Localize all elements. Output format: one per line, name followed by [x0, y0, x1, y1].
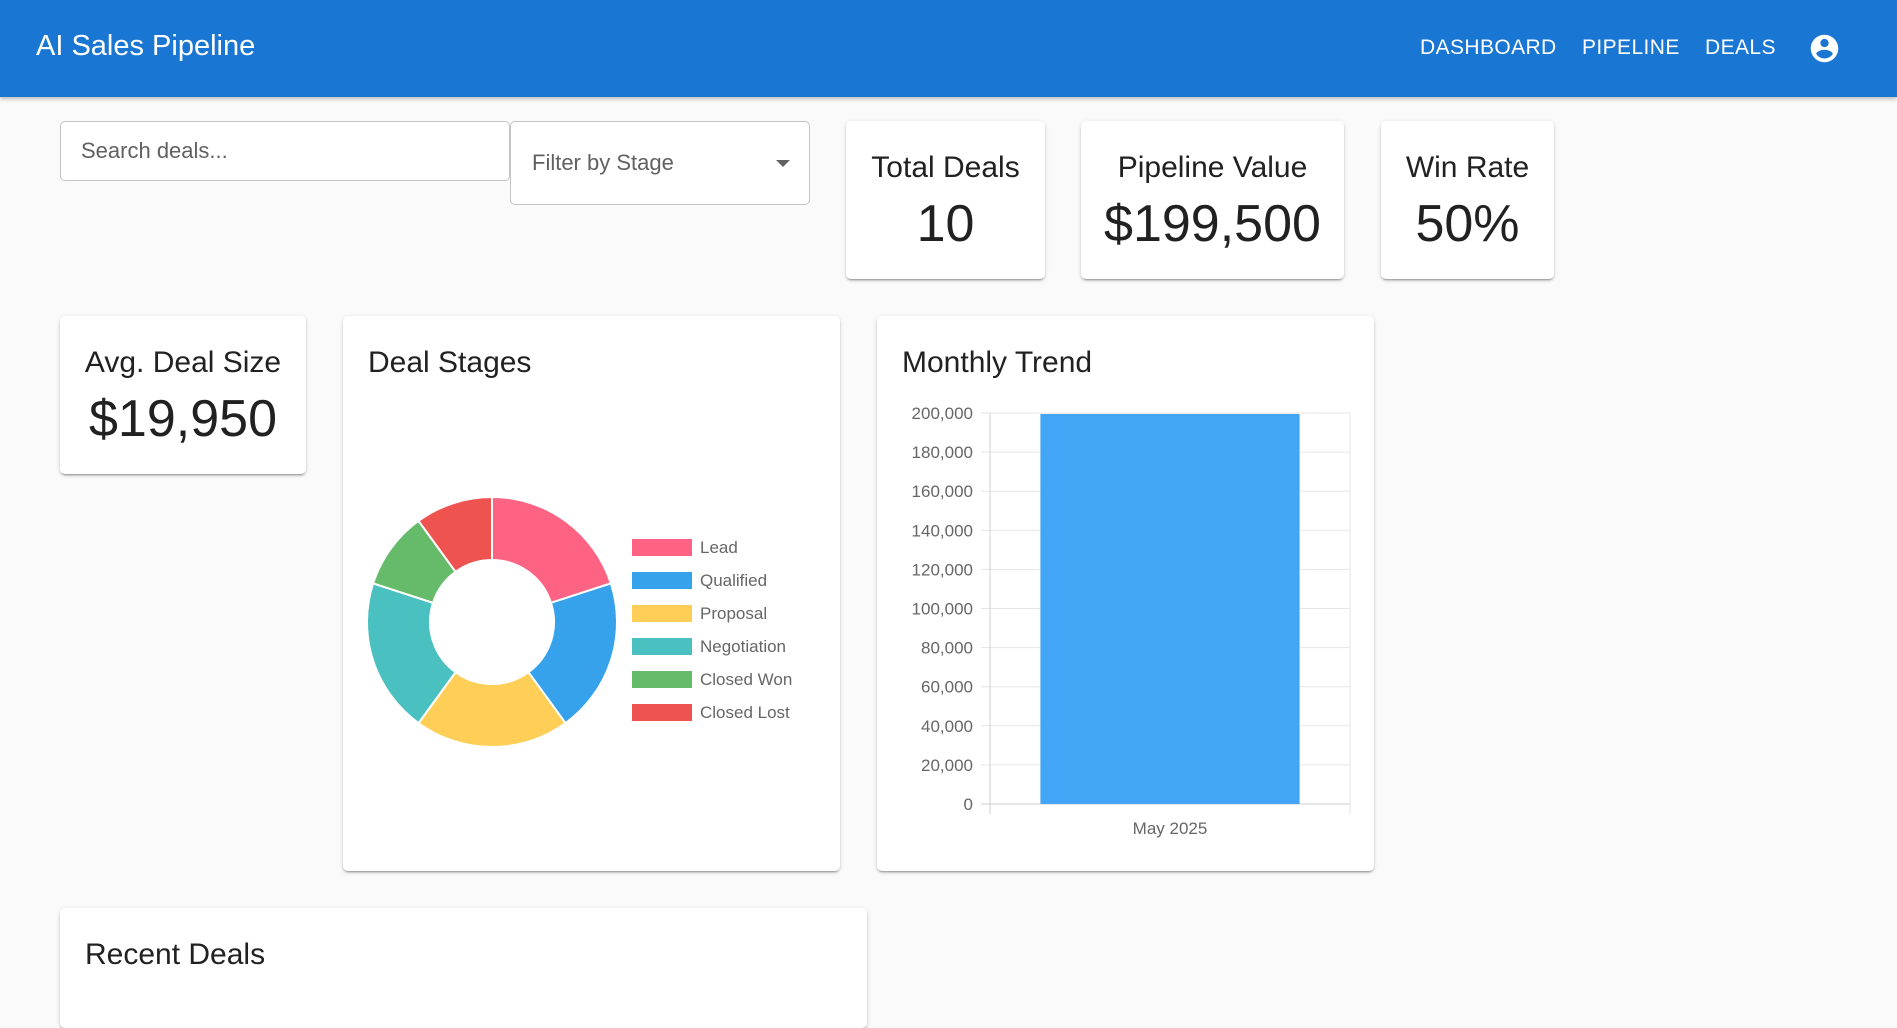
stage-filter-select[interactable]: Filter by Stage: [510, 121, 810, 205]
nav-pipeline[interactable]: PIPELINE: [1582, 36, 1680, 60]
legend-label-closed-lost: Closed Lost: [700, 703, 790, 722]
nav-deals[interactable]: DEALS: [1705, 36, 1776, 60]
y-tick-label: 200,000: [912, 404, 973, 423]
pipeline-value-title: Pipeline Value: [1117, 151, 1308, 184]
y-tick-label: 180,000: [912, 443, 973, 462]
avg-deal-size-value: $19,950: [89, 390, 277, 448]
account-circle-icon[interactable]: [1808, 32, 1841, 65]
legend-swatch-lead: [632, 539, 692, 556]
legend-label-closed-won: Closed Won: [700, 670, 792, 689]
nav-dashboard[interactable]: DASHBOARD: [1420, 36, 1557, 60]
y-tick-label: 120,000: [912, 560, 973, 579]
monthly-trend-chart: 0 20,000 40,000 60,000 80,000 100,000 120,000 1…: [912, 404, 1351, 838]
bar-may-2025: [1040, 413, 1300, 804]
y-tick-label: 140,000: [912, 521, 973, 540]
app-bar: AI Sales Pipeline DASHBOARD PIPELINE DEA…: [0, 0, 1897, 97]
y-tick-label: 60,000: [921, 678, 973, 697]
search-field[interactable]: [60, 121, 510, 181]
avg-deal-size-title: Avg. Deal Size: [84, 346, 282, 379]
win-rate-title: Win Rate: [1405, 151, 1530, 184]
legend-swatch-closed-won: [632, 671, 692, 688]
slice-lead: [491, 495, 613, 605]
y-tick-label: 100,000: [912, 600, 973, 619]
app-title: AI Sales Pipeline: [36, 30, 256, 62]
legend-label-lead: Lead: [700, 538, 738, 557]
search-input[interactable]: [61, 122, 509, 180]
total-deals-card: Total Deals 10: [846, 121, 1045, 279]
total-deals-value: 10: [916, 195, 975, 253]
y-tick-label: 0: [964, 795, 973, 814]
stage-filter-label: Filter by Stage: [532, 150, 674, 175]
dropdown-arrow-icon: [776, 160, 790, 167]
legend-swatch-negotiation: [632, 638, 692, 655]
legend-swatch-proposal: [632, 605, 692, 622]
avg-deal-size-card: Avg. Deal Size $19,950: [60, 316, 306, 474]
deal-stages-chart: Lead Qualified Proposal Negotiation Closed W…: [366, 495, 792, 748]
legend-label-negotiation: Negotiation: [700, 637, 786, 656]
monthly-trend-card: Monthly Trend 0 20,000 40,000 60,000 80,000 1…: [877, 316, 1374, 871]
recent-deals-title: Recent Deals: [85, 938, 266, 971]
legend-label-proposal: Proposal: [700, 604, 767, 623]
y-tick-label: 80,000: [921, 639, 973, 658]
pipeline-value-card: Pipeline Value $199,500: [1081, 121, 1344, 279]
x-tick-label: May 2025: [1133, 819, 1208, 838]
deal-stages-card: Deal Stages Lead Qualified Proposal Negotia…: [343, 316, 840, 871]
total-deals-title: Total Deals: [871, 151, 1020, 184]
y-tick-label: 160,000: [912, 482, 973, 501]
y-tick-label: 40,000: [921, 717, 973, 736]
legend-swatch-qualified: [632, 572, 692, 589]
y-tick-label: 20,000: [921, 756, 973, 775]
win-rate-value: 50%: [1415, 195, 1520, 253]
pipeline-value-value: $199,500: [1104, 195, 1321, 253]
legend-swatch-closed-lost: [632, 704, 692, 721]
win-rate-card: Win Rate 50%: [1381, 121, 1554, 279]
recent-deals-card: Recent Deals: [60, 908, 867, 1028]
legend-label-qualified: Qualified: [700, 571, 767, 590]
